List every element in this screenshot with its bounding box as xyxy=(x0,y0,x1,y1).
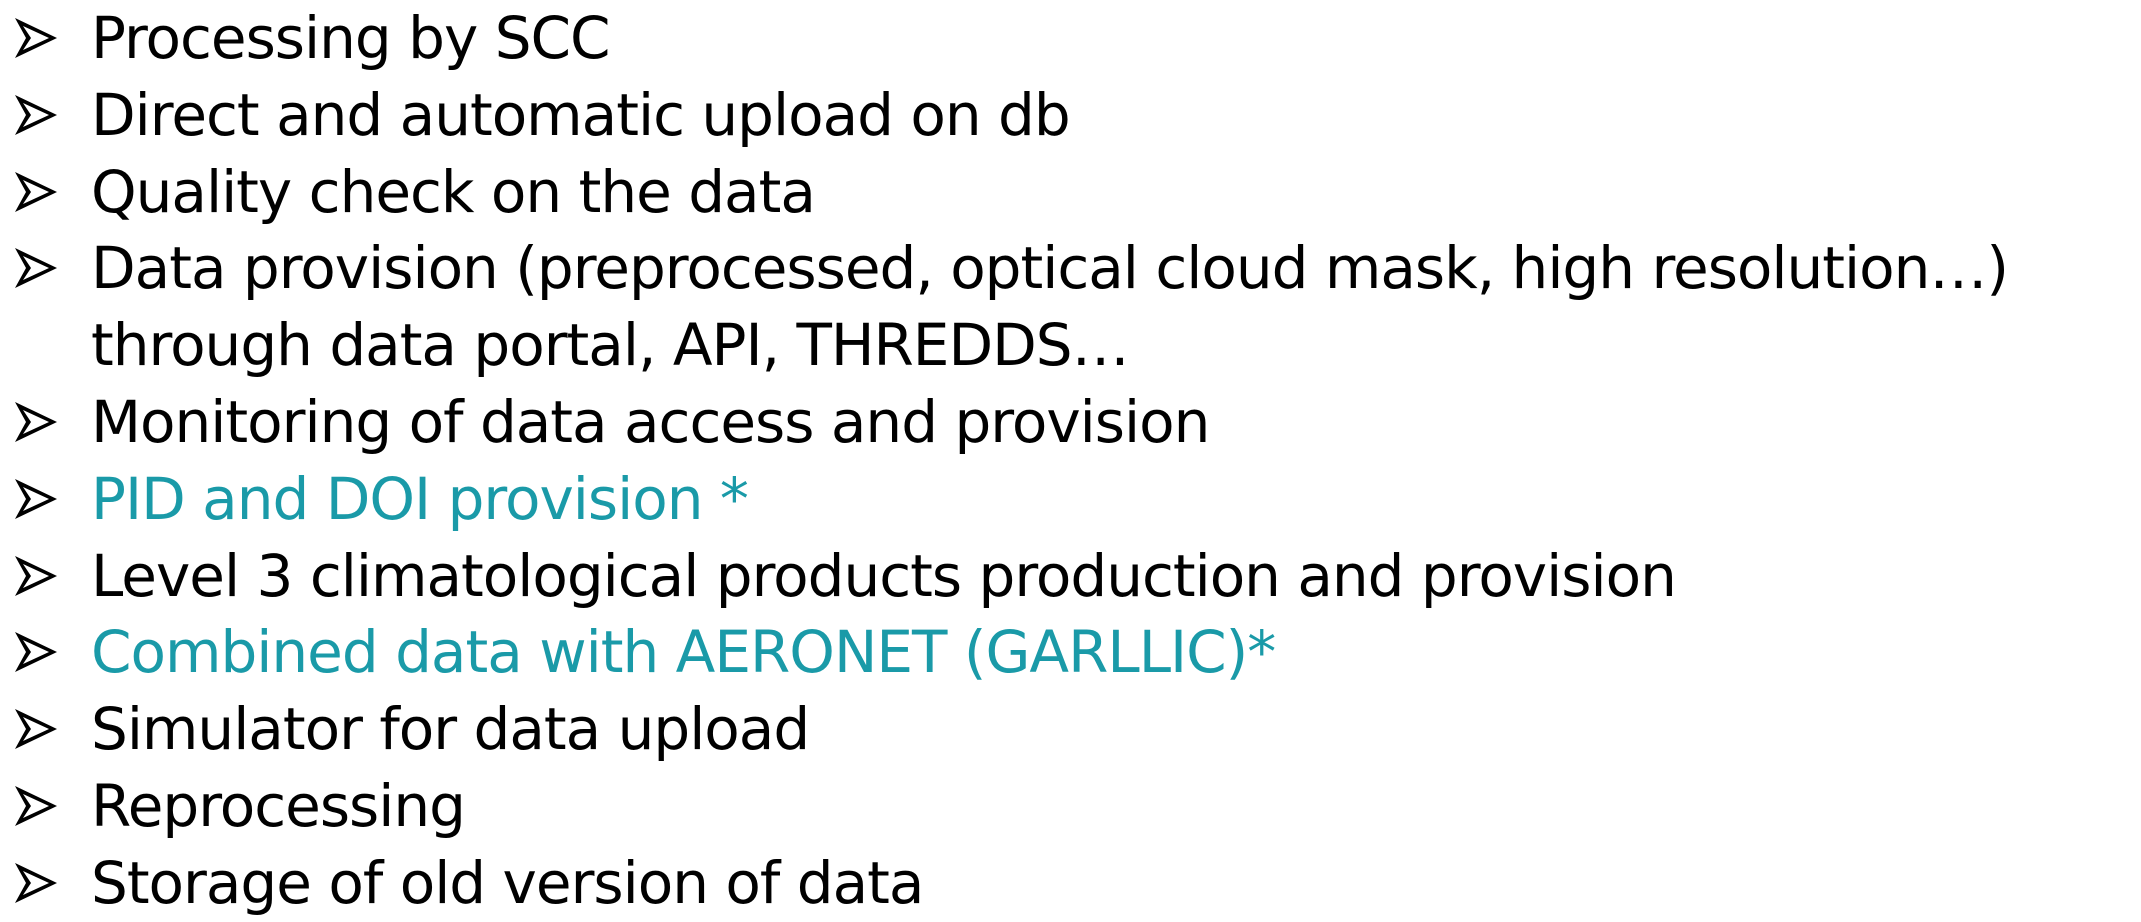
list-item-reprocessing: Reprocessing xyxy=(0,768,2141,845)
list-item-simulator: Simulator for data upload xyxy=(0,691,2141,768)
list-item-level3: Level 3 climatological products producti… xyxy=(0,538,2141,615)
list-item-label: Reprocessing xyxy=(91,771,466,840)
list-item-monitoring: Monitoring of data access and provision xyxy=(0,384,2141,461)
arrowhead-bullet-icon xyxy=(13,707,59,751)
bullet-list: Processing by SCC Direct and automatic u… xyxy=(0,0,2141,922)
arrowhead-bullet-icon xyxy=(13,93,59,137)
list-item-label: Data provision (preprocessed, optical cl… xyxy=(91,234,2009,380)
list-item-aeronet: Combined data with AERONET (GARLLIC)* xyxy=(0,614,2141,691)
list-item-storage: Storage of old version of data xyxy=(0,845,2141,922)
list-item-label: Quality check on the data xyxy=(91,157,816,226)
arrowhead-bullet-icon xyxy=(13,16,59,60)
arrowhead-bullet-icon xyxy=(13,630,59,674)
arrowhead-bullet-icon xyxy=(13,861,59,905)
arrowhead-bullet-icon xyxy=(13,246,59,290)
arrowhead-bullet-icon xyxy=(13,554,59,598)
list-item-label: Monitoring of data access and provision xyxy=(91,387,1210,456)
list-item-label: Direct and automatic upload on db xyxy=(91,80,1071,149)
list-item-label: Processing by SCC xyxy=(91,4,611,72)
list-item-label: Storage of old version of data xyxy=(91,848,924,917)
list-item-label: PID and DOI provision * xyxy=(91,464,749,533)
list-item-data-provision: Data provision (preprocessed, optical cl… xyxy=(0,230,2141,384)
arrowhead-bullet-icon xyxy=(13,170,59,214)
list-item-label: Combined data with AERONET (GARLLIC)* xyxy=(91,618,1276,687)
list-item-processing: Processing by SCC xyxy=(0,0,2141,77)
arrowhead-bullet-icon xyxy=(13,784,59,828)
arrowhead-bullet-icon xyxy=(13,400,59,444)
list-item-quality-check: Quality check on the data xyxy=(0,154,2141,231)
list-item-label: Simulator for data upload xyxy=(91,695,810,764)
list-item-pid-doi: PID and DOI provision * xyxy=(0,461,2141,538)
list-item-label: Level 3 climatological products producti… xyxy=(91,541,1677,610)
arrowhead-bullet-icon xyxy=(13,477,59,521)
list-item-upload: Direct and automatic upload on db xyxy=(0,77,2141,154)
